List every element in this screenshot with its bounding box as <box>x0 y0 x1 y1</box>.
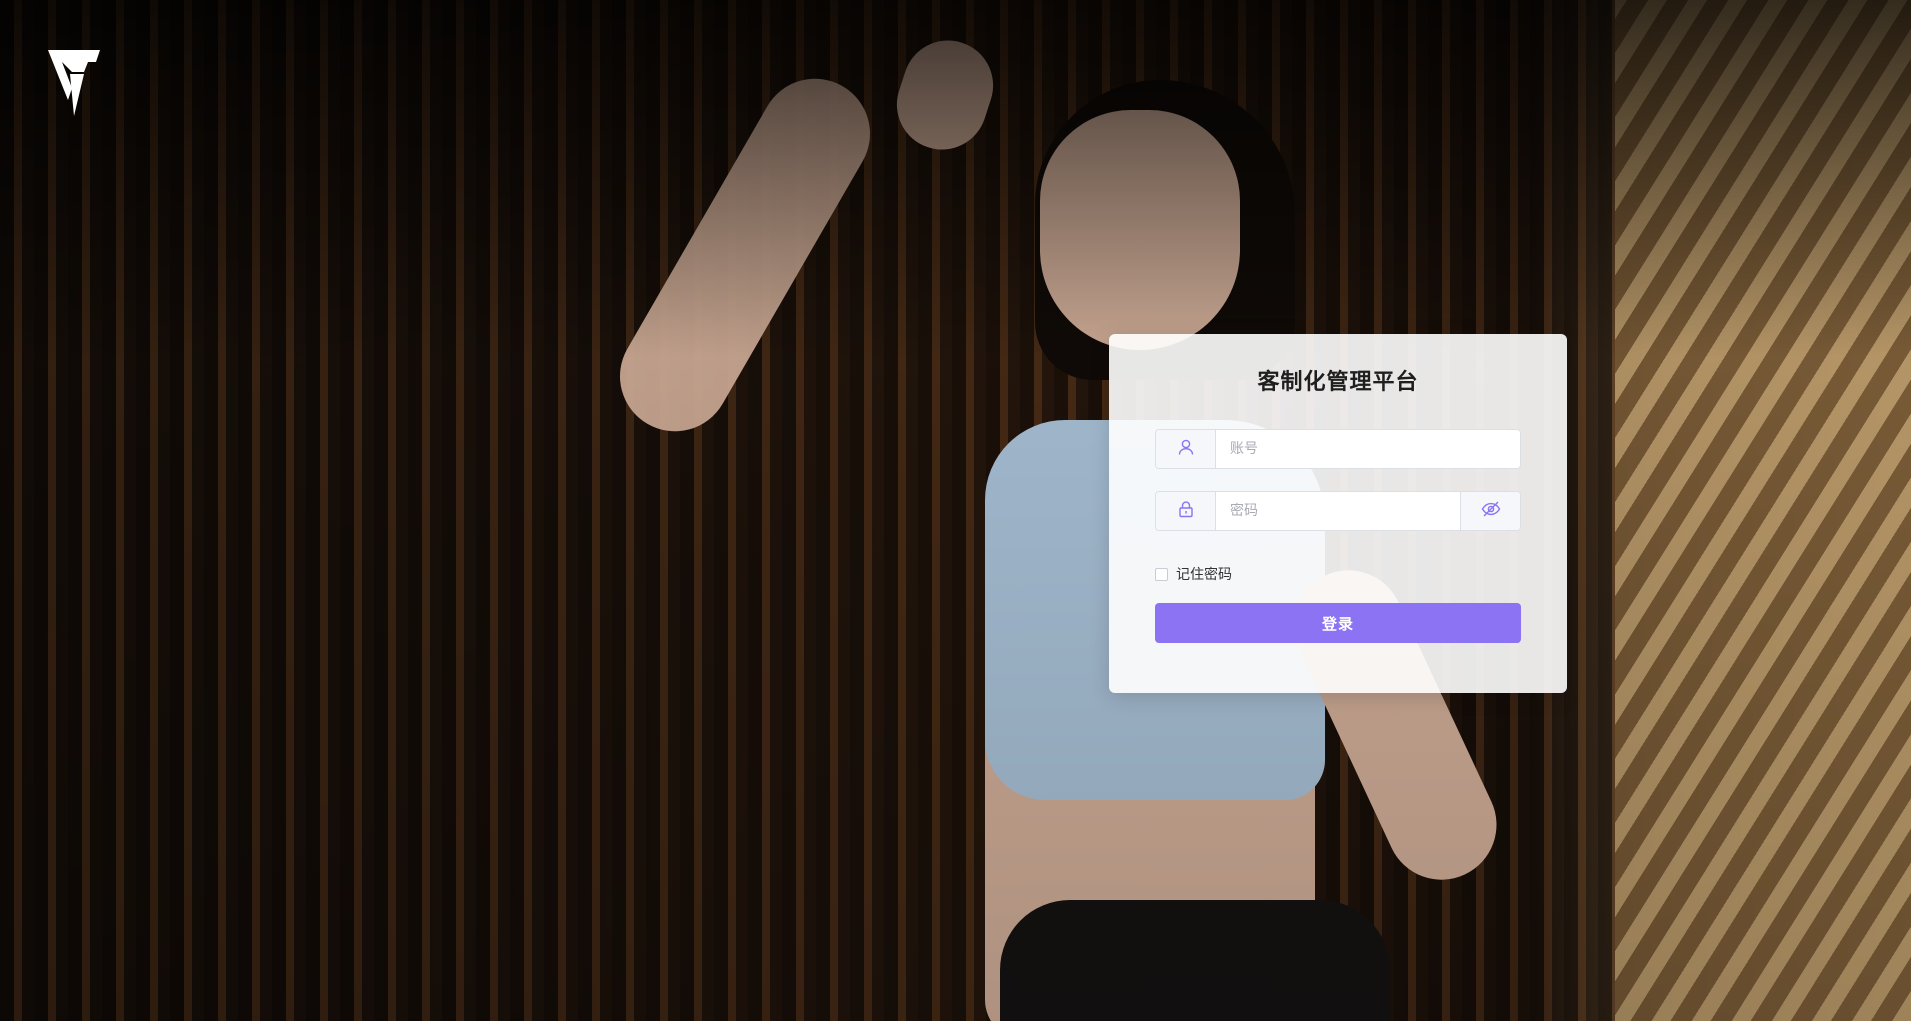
account-input[interactable] <box>1216 430 1520 468</box>
account-field <box>1155 429 1521 469</box>
login-button[interactable]: 登录 <box>1155 603 1521 643</box>
user-icon <box>1177 438 1195 460</box>
page-title: 客制化管理平台 <box>1257 370 1419 395</box>
password-visibility-toggle[interactable] <box>1460 492 1520 530</box>
lock-icon <box>1177 500 1195 522</box>
remember-password[interactable]: 记住密码 <box>1155 564 1232 584</box>
remember-checkbox[interactable] <box>1155 567 1168 581</box>
eye-hidden-icon <box>1481 500 1501 522</box>
password-input[interactable] <box>1216 492 1460 530</box>
account-prefix <box>1156 430 1216 468</box>
login-card: 客制化管理平台 账号 记住密码 登录 <box>1109 334 1567 693</box>
password-field <box>1155 491 1521 531</box>
password-prefix <box>1156 492 1216 530</box>
brand-logo-icon <box>48 50 100 116</box>
background-shade <box>0 0 1911 1021</box>
remember-label: 记住密码 <box>1176 567 1232 583</box>
